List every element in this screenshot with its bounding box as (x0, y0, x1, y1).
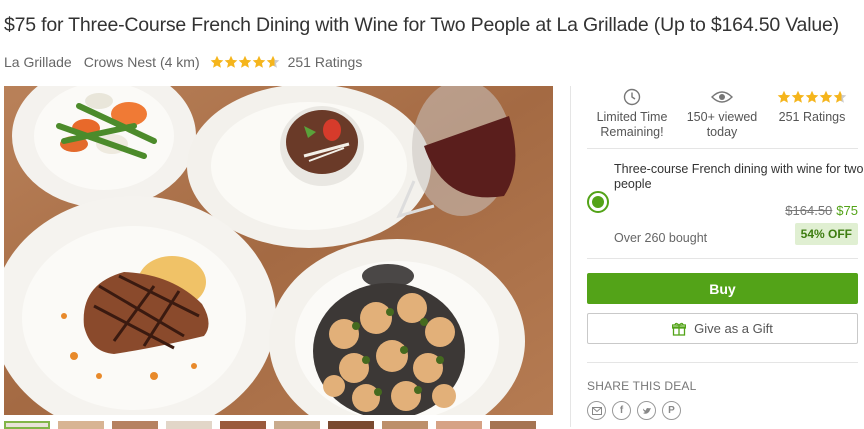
thumbnail[interactable] (166, 421, 212, 429)
deal-meta: La Grillade Crows Nest (4 km) 251 Rating… (4, 52, 362, 72)
column-divider (570, 86, 571, 427)
buy-button[interactable]: Buy (587, 273, 858, 304)
star-half-icon (833, 90, 847, 103)
option-price: $164.50 $75 (785, 203, 858, 218)
ratings-stat: 251 Ratings (774, 86, 850, 125)
star-icon (238, 55, 251, 68)
star-icon (805, 90, 819, 103)
thumbnail[interactable] (220, 421, 266, 429)
clock-icon (623, 88, 641, 106)
facebook-icon[interactable]: f (612, 401, 631, 420)
star-icon (252, 55, 265, 68)
deal-price: $75 (836, 203, 858, 218)
limited-time-text: Limited Time Remaining! (596, 110, 668, 139)
star-icon (819, 90, 833, 103)
email-icon[interactable] (587, 401, 606, 420)
viewed-text: 150+ viewed today (686, 110, 758, 139)
ratings-text: 251 Ratings (778, 110, 846, 124)
gift-icon (672, 322, 687, 336)
rating-stars (210, 55, 280, 69)
deal-photo[interactable] (4, 86, 553, 415)
thumbnail[interactable] (274, 421, 320, 429)
original-price: $164.50 (785, 203, 833, 218)
star-icon (777, 90, 791, 103)
eye-icon (711, 91, 733, 103)
merchant-link[interactable]: La Grillade (4, 54, 72, 70)
viewed-stat: 150+ viewed today (684, 86, 760, 140)
divider (587, 148, 858, 149)
thumbnail[interactable] (328, 421, 374, 429)
star-half-icon (266, 55, 279, 68)
thumbnail[interactable] (382, 421, 428, 429)
rating-count[interactable]: 251 Ratings (288, 54, 363, 70)
thumbnail[interactable] (490, 421, 536, 429)
pinterest-icon[interactable]: P (662, 401, 681, 420)
ratings-stars (774, 86, 850, 108)
share-icons: f P (587, 401, 687, 420)
share-label: SHARE THIS DEAL (587, 379, 697, 393)
location-link[interactable]: Crows Nest (4 km) (84, 54, 200, 70)
bought-count: Over 260 bought (614, 231, 708, 245)
option-title[interactable]: Three-course French dining with wine for… (614, 162, 864, 192)
twitter-icon[interactable] (637, 401, 656, 420)
thumbnail-strip (4, 421, 544, 429)
option-radio[interactable] (587, 191, 609, 213)
discount-badge: 54% OFF (794, 223, 858, 245)
gift-button[interactable]: Give as a Gift (587, 313, 858, 344)
food-photo-image (4, 86, 553, 415)
star-icon (791, 90, 805, 103)
thumbnail[interactable] (4, 421, 50, 429)
thumbnail[interactable] (436, 421, 482, 429)
gift-label: Give as a Gift (694, 321, 773, 336)
deal-title: $75 for Three-Course French Dining with … (4, 14, 839, 36)
star-icon (224, 55, 237, 68)
divider (587, 362, 858, 363)
thumbnail[interactable] (112, 421, 158, 429)
divider (587, 258, 858, 259)
thumbnail[interactable] (58, 421, 104, 429)
star-icon (210, 55, 223, 68)
limited-time-stat: Limited Time Remaining! (587, 86, 677, 140)
